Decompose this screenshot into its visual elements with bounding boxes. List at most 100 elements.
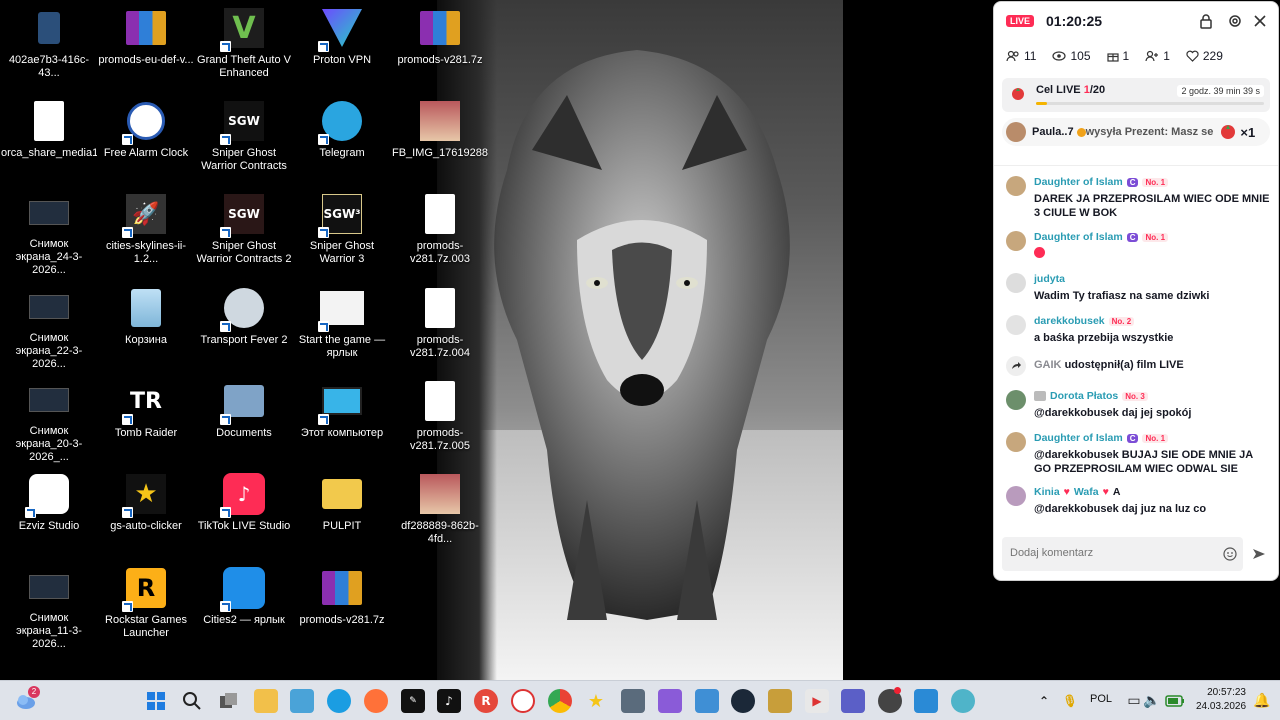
desktop-icon[interactable]: Start the game — ярлык xyxy=(294,282,390,370)
desktop-icon[interactable]: FB_IMG_176192880... xyxy=(392,95,488,183)
desktop-icon[interactable]: orca_share_media1... xyxy=(1,95,97,183)
shortcut-arrow-icon xyxy=(318,414,329,425)
volume-icon[interactable]: 🔈 xyxy=(1140,689,1164,713)
desktop-icon[interactable]: Free Alarm Clock xyxy=(98,95,194,183)
edge-icon[interactable] xyxy=(327,689,351,713)
desktop-icon[interactable]: Ezviz Studio xyxy=(1,468,97,556)
photos-app-icon[interactable] xyxy=(290,689,314,713)
desktop-icon[interactable]: promods-v281.7z xyxy=(294,562,390,650)
wolf-image-icon xyxy=(437,50,843,680)
settings-icon[interactable] xyxy=(1227,13,1243,29)
desktop-icon[interactable]: ♪ TikTok LIVE Studio xyxy=(196,468,292,556)
gift-user: Paula..7 xyxy=(1032,126,1074,138)
desktop-icon[interactable]: TR Tomb Raider xyxy=(98,375,194,463)
clock[interactable]: 20:57:23 24.03.2026 xyxy=(1196,686,1246,714)
emoji-icon[interactable] xyxy=(1223,547,1237,561)
chat-message[interactable]: Daughter of Islam C No. 1 @darekkobusek BU… xyxy=(994,430,1278,476)
desktop-icon[interactable]: Cities2 — ярлык xyxy=(196,562,292,650)
desktop-icon[interactable]: SGW Sniper Ghost Warrior Contracts xyxy=(196,95,292,183)
language-indicator[interactable]: POL xyxy=(1090,693,1112,705)
app-icon[interactable]: ✎ xyxy=(401,689,425,713)
desktop-icon[interactable]: df288889-862b-4fd... xyxy=(392,468,488,556)
desktop-icon-label: cities-skylines-ii-1.2... xyxy=(105,240,187,265)
firefox-icon[interactable] xyxy=(364,689,388,713)
desktop-icon[interactable]: 🚀 cities-skylines-ii-1.2... xyxy=(98,188,194,276)
taskbar: 2 ✎ ♪ R ★ ▶ ⌃ 🎙 POL ▭ 🔈 20:57:23 24.03.2… xyxy=(0,680,1280,720)
desktop-icon[interactable]: 402ae7b3-416c-43... xyxy=(1,2,97,90)
app-icon[interactable] xyxy=(658,689,682,713)
chrome-icon[interactable] xyxy=(548,689,572,713)
divider xyxy=(994,165,1278,166)
desktop-icon[interactable]: Transport Fever 2 xyxy=(196,282,292,370)
members-stat[interactable]: 11 xyxy=(1006,49,1036,63)
chat-message[interactable]: Daughter of Islam C No. 1 xyxy=(994,229,1278,262)
media-player-icon[interactable]: ▶ xyxy=(805,689,829,713)
comment-input[interactable] xyxy=(1010,547,1210,559)
battery-icon[interactable] xyxy=(1163,689,1187,713)
desktop-icon[interactable]: Снимок экрана_24-3-2026... xyxy=(1,188,97,276)
chat-message[interactable]: Daughter of Islam C No. 1 DAREK JA PRZEPRO… xyxy=(994,174,1278,220)
steam-icon[interactable] xyxy=(731,689,755,713)
rockstar-launcher-icon[interactable]: R xyxy=(474,689,498,713)
file-explorer-icon[interactable] xyxy=(254,689,278,713)
desktop-icon-label: Sniper Ghost Warrior Contracts 2 xyxy=(196,240,292,265)
desktop-icon[interactable]: SGW Sniper Ghost Warrior Contracts 2 xyxy=(196,188,292,276)
opera-icon[interactable] xyxy=(511,689,535,713)
desktop-icon-label: promods-v281.7z xyxy=(299,614,385,626)
star-clicker-icon[interactable]: ★ xyxy=(584,689,608,713)
chat-username: Daughter of Islam xyxy=(1034,176,1123,188)
heart-icon: ♥ xyxy=(1063,486,1070,498)
photos-app-icon[interactable] xyxy=(695,689,719,713)
chat-message[interactable]: Dorota Płatos No. 3 @darekkobusek daj jej… xyxy=(994,388,1278,420)
desktop-icon[interactable]: V Grand Theft Auto V Enhanced xyxy=(196,2,292,90)
desktop-icon[interactable]: promods-v281.7z xyxy=(392,2,488,90)
chat-message[interactable]: judyta Wadim Ty trafiasz na same dziwki xyxy=(994,271,1278,303)
views-stat[interactable]: 105 xyxy=(1052,49,1091,63)
chevron-up-icon[interactable]: ⌃ xyxy=(1032,689,1056,713)
live-goal[interactable]: Cel LIVE 1/20 2 godz. 39 min 39 s xyxy=(1002,78,1270,112)
close-icon[interactable] xyxy=(1252,13,1268,29)
teams-icon[interactable] xyxy=(841,689,865,713)
graduation-app-icon[interactable] xyxy=(621,689,645,713)
gift-icon xyxy=(1106,53,1119,62)
desktop-icon[interactable]: Documents xyxy=(196,375,292,463)
desktop-icon[interactable]: Этот компьютер xyxy=(294,375,390,463)
views-count: 105 xyxy=(1070,49,1091,63)
desktop-icon[interactable]: promods-v281.7z.003 xyxy=(392,188,488,276)
gifts-stat[interactable]: 1 xyxy=(1106,49,1129,63)
game-icon[interactable] xyxy=(768,689,792,713)
desktop-icon[interactable]: SGW³ Sniper Ghost Warrior 3 xyxy=(294,188,390,276)
desktop-icon[interactable]: Снимок экрана_20-3-2026_... xyxy=(1,375,97,463)
chat-message[interactable]: Kinia ♥ Wafa ♥ A @darekkobusek daj juz na lu… xyxy=(994,484,1278,516)
chat-message[interactable]: darekkobusek No. 2 a baśka przebija wszys… xyxy=(994,313,1278,345)
desktop-icon[interactable]: ★ gs-auto-clicker xyxy=(98,468,194,556)
desktop-icon[interactable]: promods-v281.7z.004 xyxy=(392,282,488,370)
desktop-icon-label: Sniper Ghost Warrior Contracts xyxy=(201,147,287,172)
desktop-icon[interactable]: promods-eu-def-v... xyxy=(98,2,194,90)
bell-icon[interactable]: 🔔 xyxy=(1250,689,1274,713)
tiktok-icon[interactable]: ♪ xyxy=(437,689,461,713)
share-text: udostępnił(a) film LIVE xyxy=(1064,359,1184,371)
desktop-icon[interactable]: promods-v281.7z.005 xyxy=(392,375,488,463)
microphone-icon[interactable]: 🎙 xyxy=(1058,689,1082,713)
send-icon[interactable] xyxy=(1252,547,1266,561)
task-view-icon[interactable] xyxy=(217,689,241,713)
search-icon[interactable] xyxy=(180,689,204,713)
desktop-icon[interactable]: Proton VPN xyxy=(294,2,390,90)
desktop-icon[interactable]: Корзина xyxy=(98,282,194,370)
desktop-icon[interactable]: Telegram xyxy=(294,95,390,183)
desktop-icon-label: Sniper Ghost Warrior 3 xyxy=(309,240,375,265)
start-icon[interactable] xyxy=(144,689,168,713)
desktop-icon[interactable]: Снимок экрана_11-3-2026... xyxy=(1,562,97,650)
goal-text: Cel LIVE 1/20 xyxy=(1036,84,1105,96)
follows-stat[interactable]: 1 xyxy=(1145,49,1170,63)
likes-stat[interactable]: 229 xyxy=(1186,49,1223,63)
app-window-icon[interactable] xyxy=(914,689,938,713)
shortcut-arrow-icon xyxy=(122,507,133,518)
desktop-icon[interactable]: PULPIT xyxy=(294,468,390,556)
globe-app-icon[interactable] xyxy=(951,689,975,713)
live-timer: 01:20:25 xyxy=(1046,13,1103,29)
desktop-icon[interactable]: Снимок экрана_22-3-2026... xyxy=(1,282,97,370)
desktop-icon[interactable]: R Rockstar Games Launcher xyxy=(98,562,194,650)
lock-icon[interactable] xyxy=(1198,13,1214,29)
